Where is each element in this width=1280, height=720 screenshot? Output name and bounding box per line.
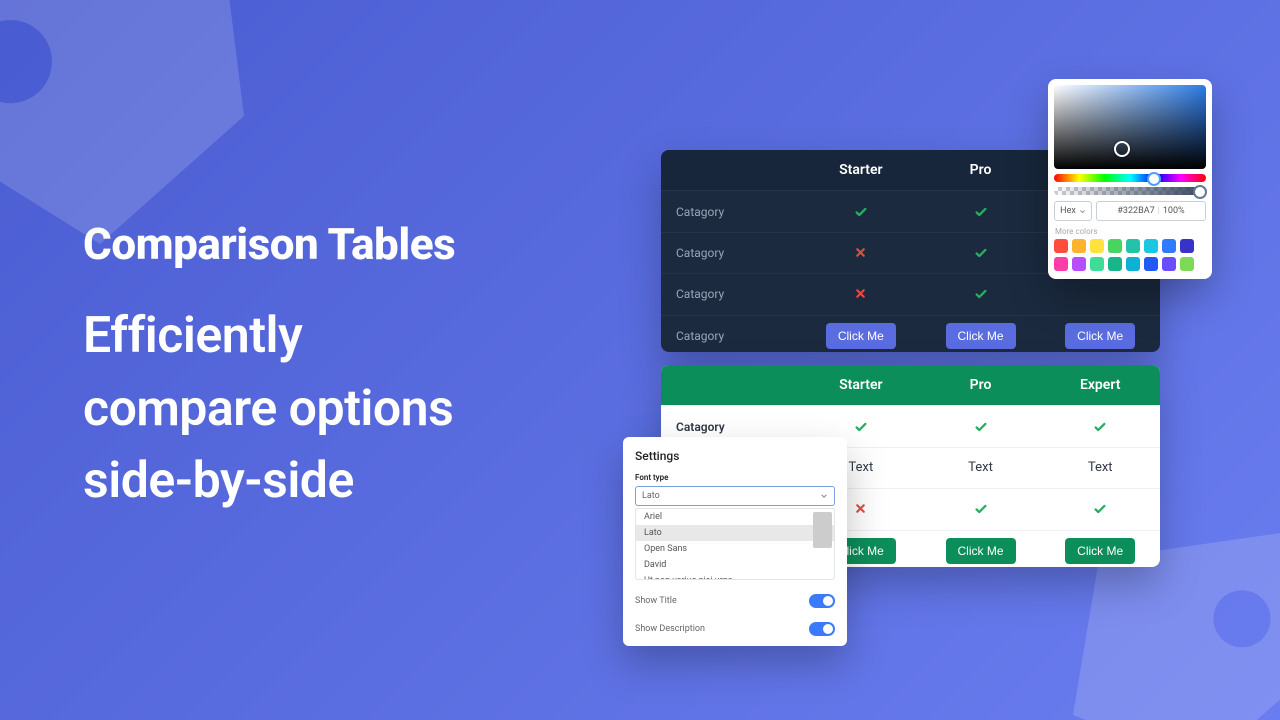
color-swatch[interactable]	[1072, 239, 1086, 253]
font-type-select[interactable]: Lato	[635, 486, 835, 506]
color-value-input[interactable]: #322BA7|100%	[1096, 201, 1206, 221]
cross-icon	[854, 246, 868, 260]
color-swatch[interactable]	[1144, 239, 1158, 253]
toggle-label: Show Description	[635, 624, 705, 634]
color-swatch[interactable]	[1072, 257, 1086, 271]
color-swatch[interactable]	[1108, 239, 1122, 253]
hero: Comparison Tables Efficiently compare op…	[83, 218, 455, 518]
cross-icon	[854, 502, 868, 516]
color-swatch[interactable]	[1162, 257, 1176, 271]
color-swatch[interactable]	[1126, 239, 1140, 253]
column-header: Starter	[801, 162, 921, 178]
hue-knob[interactable]	[1147, 172, 1161, 186]
check-icon	[854, 420, 868, 434]
plan-cta-button[interactable]: Click Me	[1065, 538, 1135, 564]
hue-slider[interactable]	[1054, 174, 1206, 182]
table-header-row: Starter Pro Expert	[661, 365, 1160, 405]
cross-icon	[854, 287, 868, 301]
plan-cta-button[interactable]: Click Me	[946, 323, 1016, 349]
color-selection-ring[interactable]	[1114, 141, 1130, 157]
color-swatch[interactable]	[1090, 239, 1104, 253]
color-swatch[interactable]	[1054, 257, 1068, 271]
color-swatch[interactable]	[1180, 239, 1194, 253]
hero-title: Comparison Tables	[83, 218, 455, 270]
color-swatch[interactable]	[1144, 257, 1158, 271]
more-colors-label: More colors	[1055, 227, 1206, 236]
settings-title: Settings	[635, 449, 835, 463]
color-swatch[interactable]	[1054, 239, 1068, 253]
table-row: Catagory	[661, 273, 1160, 314]
plan-cta-button[interactable]: Click Me	[826, 323, 896, 349]
check-icon	[974, 287, 988, 301]
check-icon	[974, 502, 988, 516]
check-icon	[974, 246, 988, 260]
hero-subtitle: Efficiently compare options side-by-side	[83, 300, 455, 518]
plan-cta-button[interactable]: Click Me	[1065, 323, 1135, 349]
column-header: Starter	[801, 377, 921, 393]
settings-panel: Settings Font type Lato Ariel Lato Open …	[623, 437, 847, 646]
color-swatch[interactable]	[1126, 257, 1140, 271]
column-header: Pro	[921, 377, 1041, 393]
font-option[interactable]: David	[636, 557, 834, 573]
check-icon	[1093, 420, 1107, 434]
check-icon	[1093, 502, 1107, 516]
scrollbar-thumb[interactable]	[813, 512, 832, 548]
color-swatch[interactable]	[1180, 257, 1194, 271]
show-description-toggle[interactable]	[809, 622, 835, 636]
font-option[interactable]: Lato	[636, 525, 834, 541]
show-title-toggle[interactable]	[809, 594, 835, 608]
color-mode-select[interactable]: Hex	[1054, 201, 1092, 221]
color-picker: Hex #322BA7|100% More colors	[1048, 79, 1212, 279]
color-swatches	[1054, 239, 1206, 271]
color-swatch[interactable]	[1108, 257, 1122, 271]
alpha-knob[interactable]	[1193, 185, 1207, 199]
color-swatch[interactable]	[1162, 239, 1176, 253]
font-options-dropdown[interactable]: Ariel Lato Open Sans David Ut non varius…	[635, 508, 835, 580]
toggle-label: Show Title	[635, 596, 677, 606]
check-icon	[974, 205, 988, 219]
check-icon	[854, 205, 868, 219]
column-header: Pro	[921, 162, 1041, 178]
plan-cta-button[interactable]: Click Me	[946, 538, 1016, 564]
font-option[interactable]: Ut non varius nisi urna.	[636, 573, 834, 580]
font-option[interactable]: Ariel	[636, 509, 834, 525]
font-type-label: Font type	[635, 473, 835, 482]
font-option[interactable]: Open Sans	[636, 541, 834, 557]
check-icon	[974, 420, 988, 434]
color-gradient[interactable]	[1054, 85, 1206, 169]
alpha-slider[interactable]	[1054, 187, 1206, 195]
table-cta-row: Catagory Click Me Click Me Click Me	[661, 315, 1160, 352]
chevron-down-icon	[820, 492, 828, 500]
color-swatch[interactable]	[1090, 257, 1104, 271]
column-header: Expert	[1040, 377, 1160, 393]
